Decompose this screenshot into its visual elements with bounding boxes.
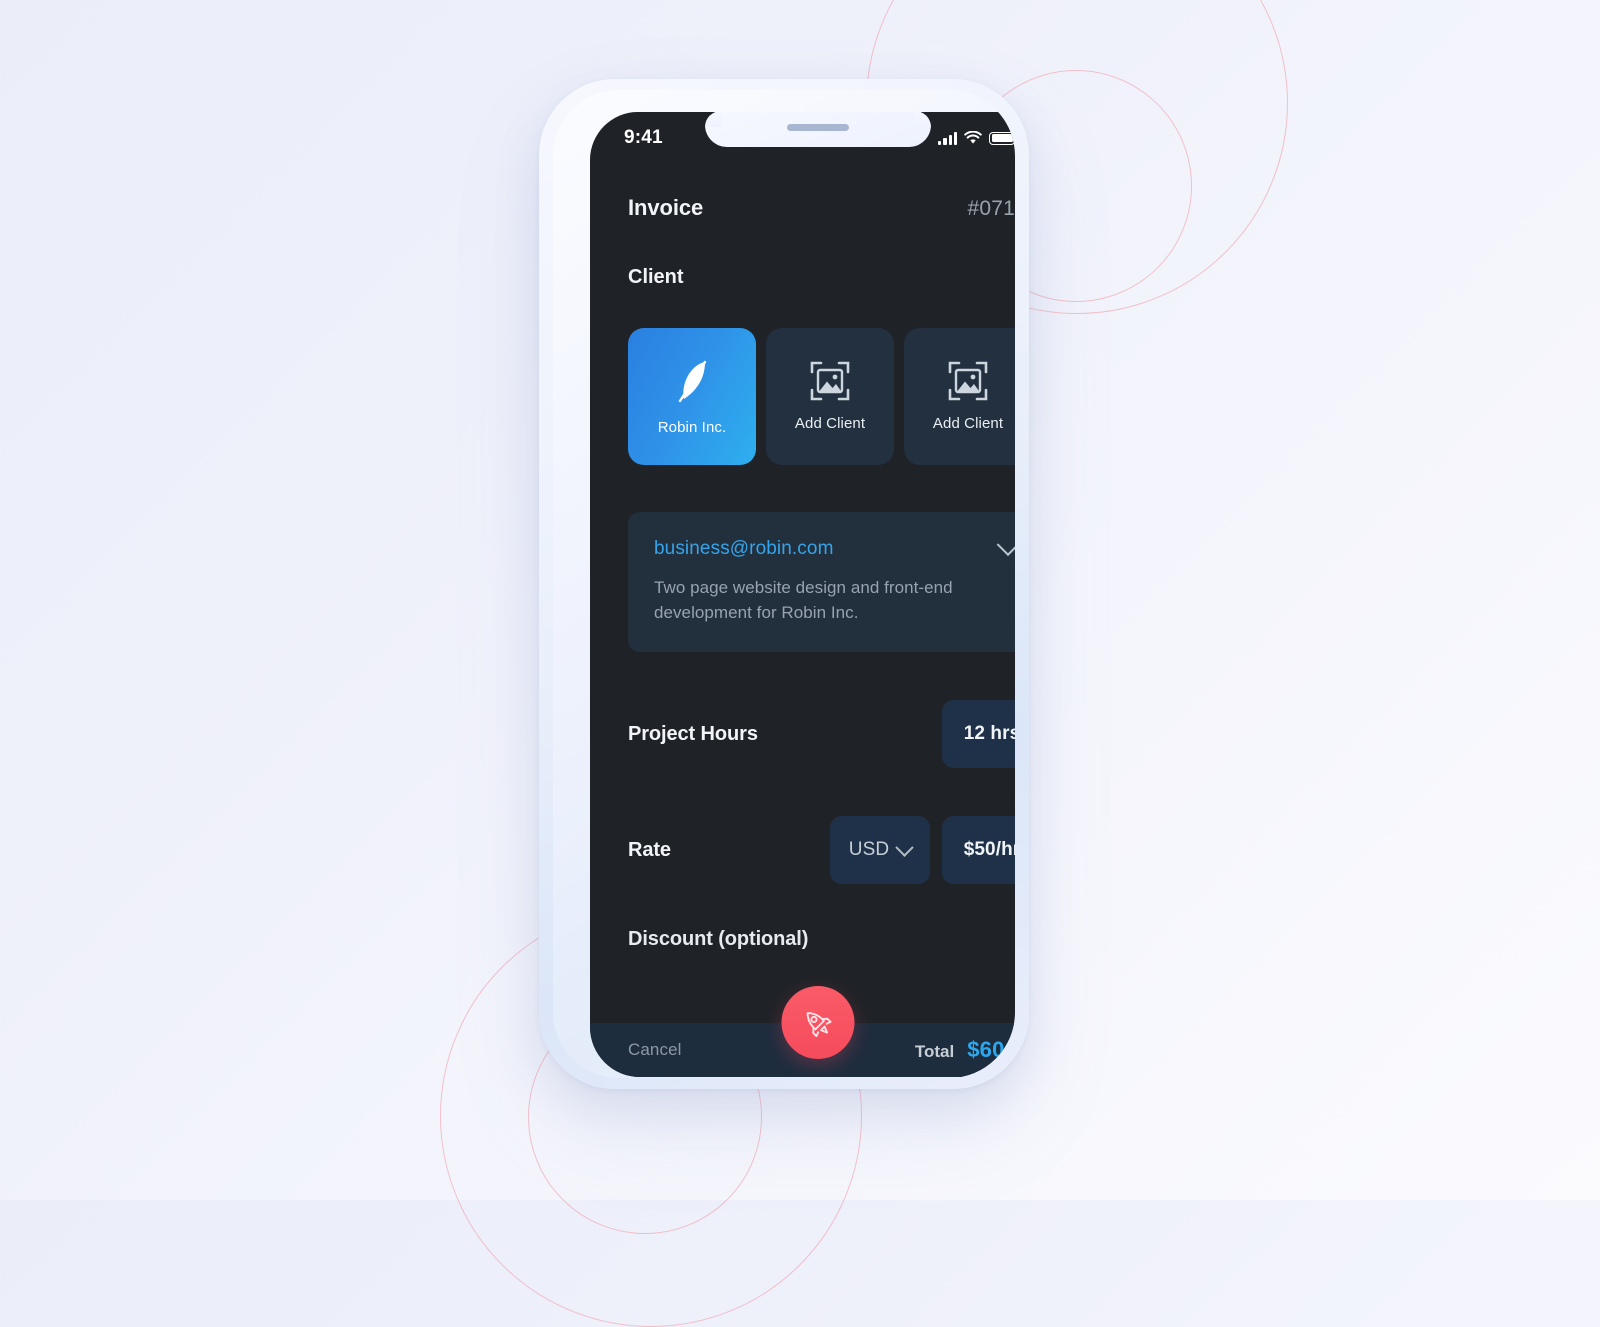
client-card-add-client-2[interactable]: Add Client [904, 328, 1015, 465]
currency-select[interactable]: USD [830, 816, 930, 884]
client-card-list[interactable]: Robin Inc. Add Client Add Client [628, 328, 1015, 465]
send-invoice-button[interactable] [781, 986, 854, 1059]
client-section-label: Client [628, 266, 684, 288]
notch-corner-right [914, 112, 931, 127]
phone-mockup: 9:41 Invoice #071 Client Robin Inc. Add … [539, 79, 1029, 1089]
rate-controls: USD $50/hr [830, 816, 1015, 884]
project-hours-value: 12 hrs [963, 723, 1015, 744]
total-value: $600 [967, 1037, 1015, 1062]
chevron-down-icon[interactable] [996, 533, 1015, 557]
app-content: Invoice #071 Client Robin Inc. Add Clien… [590, 112, 1015, 1023]
client-details-header: business@robin.com [654, 533, 1015, 560]
client-card-label: Add Client [794, 415, 866, 432]
status-time: 9:41 [624, 127, 663, 148]
client-card-label: Robin Inc. [657, 419, 727, 436]
phone-screen: 9:41 Invoice #071 Client Robin Inc. Add … [590, 112, 1015, 1077]
rocket-icon [806, 1011, 832, 1037]
discount-label: Discount (optional) [628, 928, 809, 950]
invoice-header: Invoice #071 [628, 195, 1015, 221]
rate-row: Rate USD $50/hr [628, 816, 1015, 884]
discount-row[interactable]: Discount (optional) [628, 928, 1015, 951]
feather-icon [678, 360, 707, 403]
chevron-down-icon [895, 837, 914, 857]
client-email[interactable]: business@robin.com [654, 538, 834, 560]
image-placeholder-icon [948, 361, 988, 401]
total-label: Total [914, 1042, 955, 1061]
image-placeholder-icon [810, 361, 850, 401]
earpiece-speaker [786, 124, 849, 131]
total-group: Total $600 [915, 1037, 1015, 1063]
project-hours-controls: 12 hrs [942, 700, 1015, 768]
client-card-robin-inc[interactable]: Robin Inc. [628, 328, 756, 465]
client-card-add-client-1[interactable]: Add Client [766, 328, 894, 465]
project-hours-label: Project Hours [628, 722, 758, 745]
cellular-signal-icon [938, 131, 957, 145]
rate-input[interactable]: $50/hr [942, 816, 1015, 884]
rate-value: $50/hr [963, 839, 1015, 860]
wifi-icon [964, 131, 982, 144]
project-description: Two page website design and front-end de… [654, 578, 953, 622]
project-hours-input[interactable]: 12 hrs [942, 700, 1015, 768]
battery-icon [989, 131, 1015, 145]
page-title: Invoice [628, 195, 704, 220]
client-details-card[interactable]: business@robin.com Two page website desi… [628, 512, 1015, 652]
app-root: Invoice #071 Client Robin Inc. Add Clien… [590, 112, 1015, 1077]
currency-value: USD [848, 839, 890, 860]
phone-screen-clip: 9:41 Invoice #071 Client Robin Inc. Add … [553, 90, 1015, 1078]
notch-corner-left [704, 112, 721, 127]
notch [704, 112, 931, 147]
cancel-button[interactable]: Cancel [628, 1040, 682, 1060]
status-icons [938, 131, 1015, 145]
client-card-label: Add Client [932, 415, 1004, 432]
invoice-number: #071 [967, 197, 1015, 220]
project-hours-row: Project Hours 12 hrs [628, 700, 1015, 768]
rate-label: Rate [628, 838, 671, 861]
